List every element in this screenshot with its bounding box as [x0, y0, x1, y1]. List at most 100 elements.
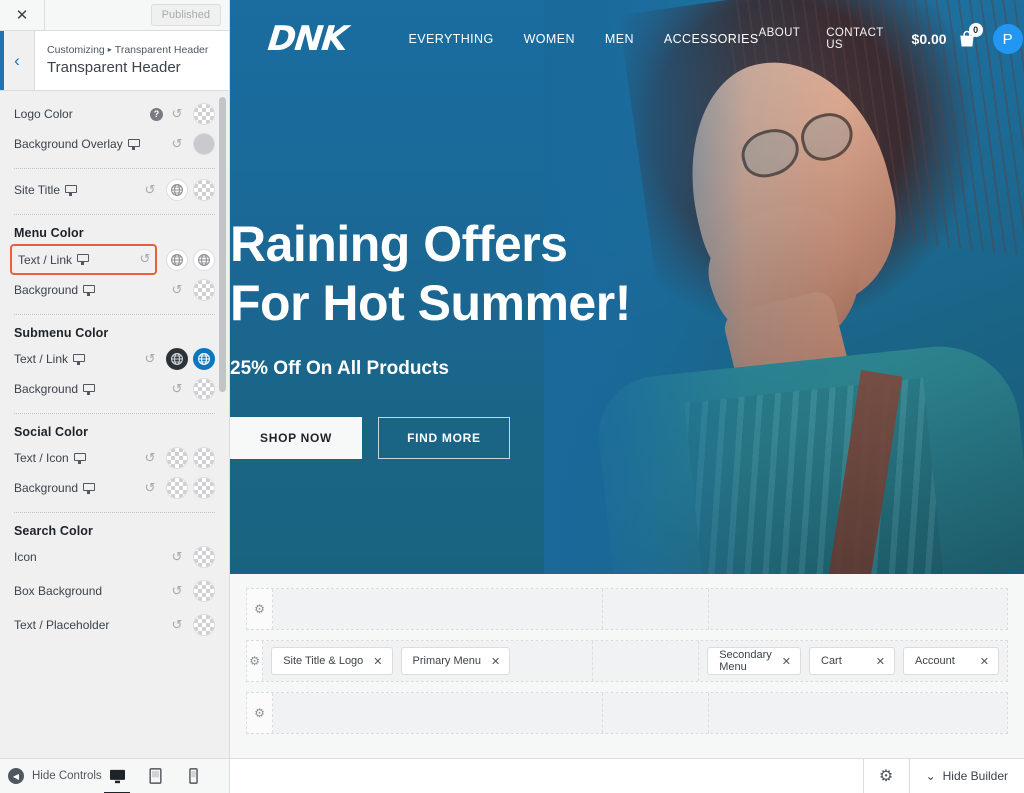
site-logo[interactable]: DNK	[266, 19, 349, 59]
sidebar-topbar: ✕ Published	[0, 0, 229, 31]
builder-chip-cart[interactable]: Cart ✕	[809, 647, 895, 675]
responsive-device-icon[interactable]	[127, 138, 140, 150]
control-site-title[interactable]: Site Title ↺	[14, 175, 215, 205]
close-icon[interactable]: ✕	[373, 655, 382, 668]
color-swatch[interactable]	[166, 447, 188, 469]
reset-icon[interactable]: ↺	[142, 451, 158, 466]
reset-icon[interactable]: ↺	[142, 481, 158, 496]
color-swatch[interactable]	[193, 580, 215, 602]
color-swatch[interactable]	[193, 546, 215, 568]
color-swatch[interactable]	[193, 133, 215, 155]
hide-controls-button[interactable]: ◀ Hide Controls	[8, 768, 102, 784]
reset-icon[interactable]: ↺	[142, 352, 158, 367]
control-background-overlay[interactable]: Background Overlay ↺	[14, 129, 215, 159]
builder-row-above-header[interactable]: ⚙	[246, 588, 1008, 630]
gear-icon[interactable]: ⚙	[247, 693, 273, 733]
close-icon[interactable]: ✕	[0, 0, 45, 31]
responsive-device-icon[interactable]	[73, 353, 86, 365]
reset-icon[interactable]: ↺	[137, 252, 153, 267]
color-swatch[interactable]	[193, 103, 215, 125]
control-search-icon[interactable]: Icon ↺	[14, 542, 215, 572]
responsive-device-icon[interactable]	[83, 383, 96, 395]
cart-icon[interactable]: 0	[957, 23, 983, 49]
builder-zone-right[interactable]	[709, 589, 1007, 629]
close-icon[interactable]: ✕	[876, 655, 885, 668]
color-swatch-global[interactable]	[193, 348, 215, 370]
globe-icon	[198, 253, 210, 266]
hide-builder-button[interactable]: ⌄ Hide Builder	[908, 758, 1024, 793]
builder-zone-right[interactable]: Secondary Menu ✕ Cart ✕ Account ✕	[699, 641, 1007, 681]
menu-item-accessories[interactable]: ACCESSORIES	[664, 32, 759, 46]
control-menu-background[interactable]: Background ↺	[14, 275, 215, 305]
color-swatch-global[interactable]	[166, 248, 188, 271]
responsive-device-icon[interactable]	[73, 452, 86, 464]
builder-zone-right[interactable]	[709, 693, 1007, 733]
menu-item-men[interactable]: MEN	[605, 32, 634, 46]
builder-chip-account[interactable]: Account ✕	[903, 647, 999, 675]
control-social-text-icon[interactable]: Text / Icon ↺	[14, 443, 215, 473]
builder-zone-center[interactable]	[603, 589, 709, 629]
builder-chip-site-title-logo[interactable]: Site Title & Logo ✕	[271, 647, 393, 675]
builder-chip-primary-menu[interactable]: Primary Menu ✕	[400, 647, 511, 675]
control-social-background[interactable]: Background ↺	[14, 473, 215, 503]
responsive-device-icon[interactable]	[77, 254, 90, 265]
divider	[14, 168, 215, 169]
close-icon[interactable]: ✕	[491, 655, 500, 668]
responsive-device-icon[interactable]	[83, 284, 96, 296]
color-swatch[interactable]	[166, 477, 188, 499]
gear-icon[interactable]: ⚙	[247, 589, 273, 629]
menu-item-about[interactable]: ABOUT	[759, 27, 801, 51]
color-swatch[interactable]	[193, 179, 215, 201]
builder-zone-center[interactable]	[603, 693, 709, 733]
builder-zone-left[interactable]: Site Title & Logo ✕ Primary Menu ✕	[263, 641, 594, 681]
color-swatch[interactable]	[193, 477, 215, 499]
find-more-button[interactable]: FIND MORE	[378, 417, 510, 459]
reset-icon[interactable]: ↺	[169, 618, 185, 633]
control-search-text-placeholder[interactable]: Text / Placeholder ↺	[14, 610, 215, 640]
reset-icon[interactable]: ↺	[142, 183, 158, 198]
desktop-icon[interactable]	[104, 766, 130, 793]
reset-icon[interactable]: ↺	[169, 550, 185, 565]
menu-item-contact-us[interactable]: CONTACT US	[826, 27, 883, 51]
reset-icon[interactable]: ↺	[169, 382, 185, 397]
tablet-icon[interactable]	[145, 766, 165, 786]
builder-zone-left[interactable]	[273, 693, 603, 733]
builder-row-below-header[interactable]: ⚙	[246, 692, 1008, 734]
sidebar-scrollbar-thumb[interactable]	[219, 97, 226, 392]
control-menu-text-link[interactable]: Text / Link ↺	[10, 244, 215, 275]
reset-icon[interactable]: ↺	[169, 584, 185, 599]
menu-item-everything[interactable]: EVERYTHING	[409, 32, 494, 46]
back-button[interactable]: ‹	[0, 31, 35, 90]
control-submenu-background[interactable]: Background ↺	[14, 374, 215, 404]
help-icon[interactable]: ?	[150, 107, 163, 121]
color-swatch[interactable]	[193, 614, 215, 636]
color-swatch[interactable]	[193, 378, 215, 400]
builder-chip-secondary-menu[interactable]: Secondary Menu ✕	[707, 647, 801, 675]
avatar[interactable]: P	[992, 24, 1023, 54]
breadcrumb: Customizing ▸ Transparent Header	[47, 43, 208, 58]
builder-zone-left[interactable]	[273, 589, 603, 629]
control-logo-color[interactable]: Logo Color ? ↺	[14, 99, 215, 129]
close-icon[interactable]: ✕	[980, 655, 989, 668]
reset-icon[interactable]: ↺	[169, 107, 185, 122]
control-search-box-background[interactable]: Box Background ↺	[14, 576, 215, 606]
responsive-device-icon[interactable]	[65, 184, 78, 196]
published-button[interactable]: Published	[150, 4, 221, 26]
mobile-icon[interactable]	[183, 766, 203, 786]
gear-icon[interactable]: ⚙	[862, 758, 909, 793]
color-swatch-global[interactable]	[166, 179, 188, 201]
color-swatch-global[interactable]	[193, 248, 215, 271]
color-swatch-global[interactable]	[166, 348, 188, 370]
color-swatch[interactable]	[193, 279, 215, 301]
color-swatch[interactable]	[193, 447, 215, 469]
menu-item-women[interactable]: WOMEN	[524, 32, 575, 46]
shop-now-button[interactable]: SHOP NOW	[230, 417, 363, 459]
control-submenu-text-link[interactable]: Text / Link ↺	[14, 344, 215, 374]
reset-icon[interactable]: ↺	[169, 283, 185, 298]
builder-zone-center[interactable]	[593, 641, 700, 681]
responsive-device-icon[interactable]	[83, 482, 96, 494]
gear-icon[interactable]: ⚙	[247, 641, 264, 681]
close-icon[interactable]: ✕	[782, 655, 791, 668]
builder-row-primary-header[interactable]: ⚙ Site Title & Logo ✕ Primary Menu ✕ Sec…	[246, 640, 1008, 682]
reset-icon[interactable]: ↺	[169, 137, 185, 152]
